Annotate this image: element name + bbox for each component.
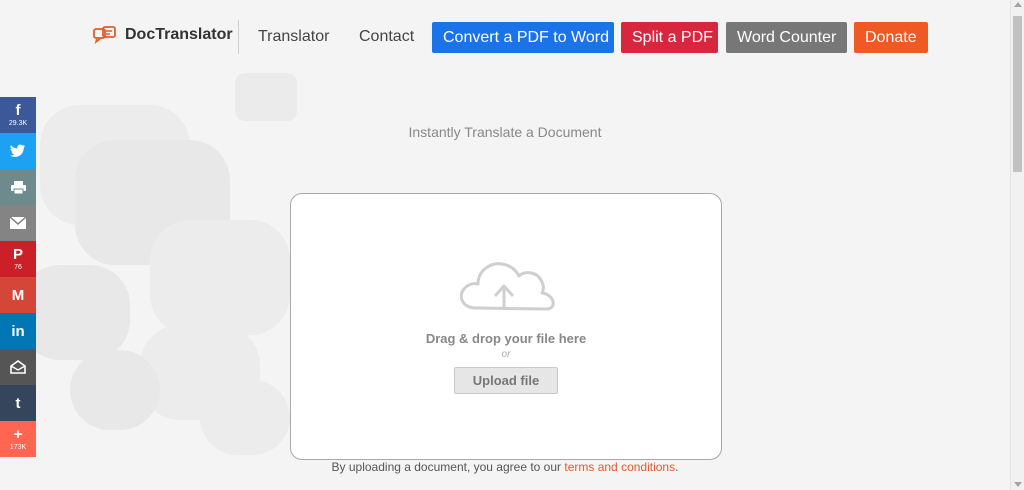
drag-drop-label: Drag & drop your file here <box>425 331 587 346</box>
terms-prefix: By uploading a document, you agree to ou… <box>331 460 562 474</box>
scroll-up-arrow-icon[interactable] <box>1014 2 1022 7</box>
terms-suffix: . <box>675 460 679 474</box>
logo-text-bold: Doc <box>125 26 156 43</box>
terms-and-conditions-link[interactable]: terms and conditions <box>564 460 675 474</box>
share-linkedin-button[interactable]: in <box>0 313 36 349</box>
nav-link-contact[interactable]: Contact <box>359 28 414 46</box>
share-more-button[interactable]: + 173K <box>0 421 36 457</box>
file-drop-zone[interactable]: Drag & drop your file here or Upload fil… <box>290 193 722 460</box>
page-tagline: Instantly Translate a Document <box>408 124 602 140</box>
social-share-bar: f 29.3K P 76 M in t + 173K <box>0 97 36 457</box>
scrollbar-thumb[interactable] <box>1013 16 1022 172</box>
share-mailbox-button[interactable] <box>0 349 36 385</box>
vertical-scrollbar[interactable] <box>1010 0 1024 490</box>
linkedin-icon: in <box>11 322 25 340</box>
share-print-button[interactable] <box>0 169 36 205</box>
pinterest-icon: P <box>12 245 23 263</box>
scroll-down-arrow-icon[interactable] <box>1014 482 1022 487</box>
share-pinterest-button[interactable]: P 76 <box>0 241 36 277</box>
total-share-count: 173K <box>9 443 27 451</box>
facebook-icon: f <box>15 101 21 119</box>
share-email-button[interactable] <box>0 205 36 241</box>
split-pdf-button[interactable]: Split a PDF <box>621 22 718 53</box>
donate-button[interactable]: Donate <box>854 22 928 53</box>
doctranslator-logo[interactable]: DocTranslator <box>93 25 233 45</box>
print-icon <box>10 180 26 194</box>
gmail-icon: M <box>11 286 25 304</box>
twitter-icon <box>10 144 25 157</box>
top-navigation: DocTranslator Translator Contact Convert… <box>0 0 1010 74</box>
header-divider <box>238 20 239 54</box>
terms-notice: By uploading a document, you agree to ou… <box>0 460 1010 474</box>
nav-link-translator[interactable]: Translator <box>258 28 329 46</box>
pinterest-share-count: 76 <box>14 263 22 271</box>
upload-file-button[interactable]: Upload file <box>454 367 558 394</box>
logo-text-rest: Translator <box>155 26 233 43</box>
tumblr-icon: t <box>15 394 21 412</box>
share-gmail-button[interactable]: M <box>0 277 36 313</box>
logo-text: DocTranslator <box>125 26 233 44</box>
logo-icon <box>93 26 116 45</box>
word-counter-button[interactable]: Word Counter <box>726 22 847 53</box>
plus-icon: + <box>13 425 23 443</box>
share-tumblr-button[interactable]: t <box>0 385 36 421</box>
mailbox-icon <box>10 360 26 374</box>
cloud-upload-icon <box>459 262 555 311</box>
email-icon <box>10 217 26 229</box>
convert-pdf-to-word-button[interactable]: Convert a PDF to Word <box>432 22 614 53</box>
or-label: or <box>501 349 511 360</box>
